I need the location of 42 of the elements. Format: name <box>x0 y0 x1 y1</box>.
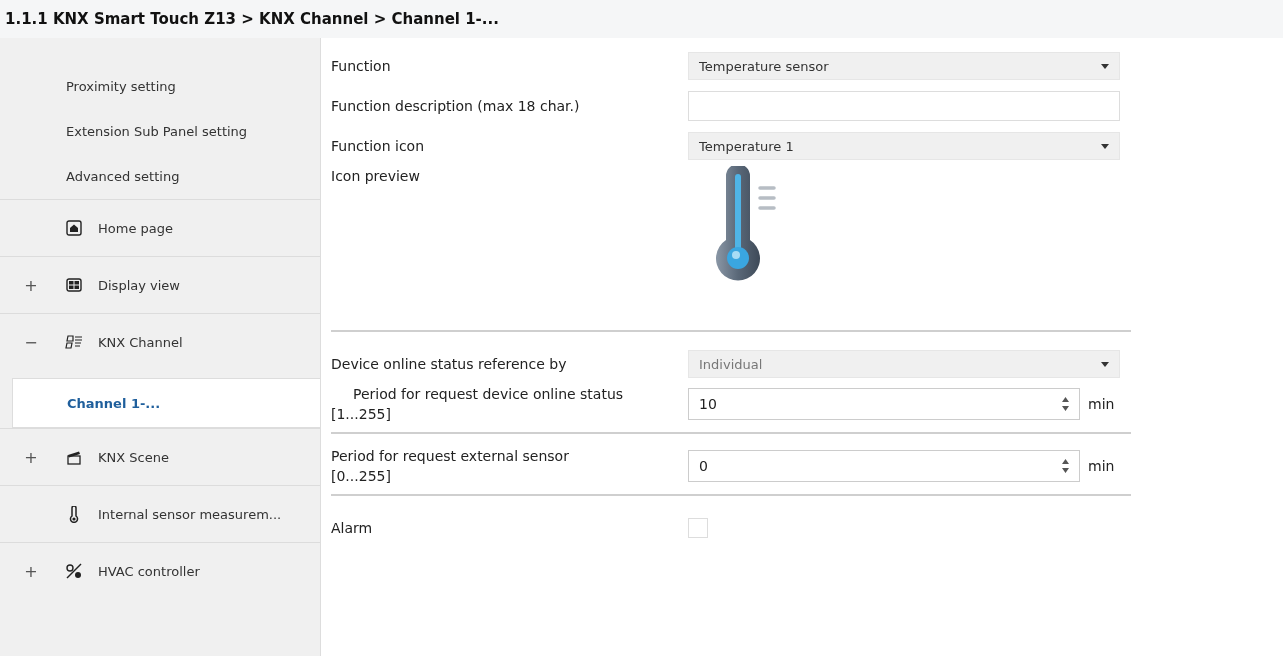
input-field[interactable] <box>688 91 1120 121</box>
sidebar-item[interactable]: Proximity setting <box>0 64 320 109</box>
dropdown[interactable]: Temperature 1 <box>688 132 1120 160</box>
sidebar-item[interactable]: Advanced setting <box>0 154 320 199</box>
sidebar-item[interactable]: Internal sensor measurem... <box>98 506 282 522</box>
field-label: Period for request external sensor [0...255] <box>331 448 569 484</box>
number-field[interactable]: 10 <box>688 388 1080 420</box>
field-label: Function description (max 18 char.) <box>331 98 580 114</box>
expand-toggle[interactable]: + <box>24 275 38 295</box>
spinner-icon <box>1062 459 1069 473</box>
checkbox[interactable] <box>688 518 708 538</box>
sidebar-item[interactable]: KNX Scene <box>98 449 169 465</box>
home-icon <box>66 220 82 236</box>
dropdown[interactable]: Temperature sensor <box>688 52 1120 80</box>
thermometer-icon <box>68 505 80 523</box>
sidebar-item[interactable]: Extension Sub Panel setting <box>0 109 320 154</box>
field-label: Device online status reference by <box>331 356 567 372</box>
sidebar-item[interactable]: Display view <box>98 277 180 293</box>
field-label: Function icon <box>331 138 425 154</box>
number-field[interactable]: 0 <box>688 450 1080 482</box>
caret-icon <box>1101 63 1109 69</box>
expand-toggle[interactable]: − <box>24 332 38 352</box>
hvac-icon <box>65 562 83 580</box>
expand-toggle[interactable]: + <box>24 447 38 467</box>
expand-toggle[interactable]: + <box>24 561 38 581</box>
field-label: Alarm <box>331 520 373 536</box>
unit-label: min <box>1088 458 1115 474</box>
clapperboard-icon <box>66 449 82 465</box>
channel-icon <box>65 335 83 349</box>
field-label: Function <box>331 58 391 74</box>
field-label: Icon preview <box>331 168 420 184</box>
unit-label: min <box>1088 396 1115 412</box>
caret-icon <box>1101 143 1109 149</box>
field-label: Period for request device online status [1...255] <box>331 385 624 424</box>
sidebar-item[interactable]: KNX Channel <box>98 334 183 350</box>
grid-icon <box>66 278 82 292</box>
sidebar-item[interactable]: Channel 1-... <box>12 378 320 428</box>
sidebar-item[interactable]: HVAC controller <box>98 563 200 579</box>
breadcrumb: 1.1.1 KNX Smart Touch Z13 > KNX Channel > Channel 1-... <box>5 10 499 28</box>
spinner-icon <box>1062 397 1069 411</box>
caret-icon <box>1101 361 1109 367</box>
sidebar-item[interactable]: Home page <box>98 220 173 236</box>
